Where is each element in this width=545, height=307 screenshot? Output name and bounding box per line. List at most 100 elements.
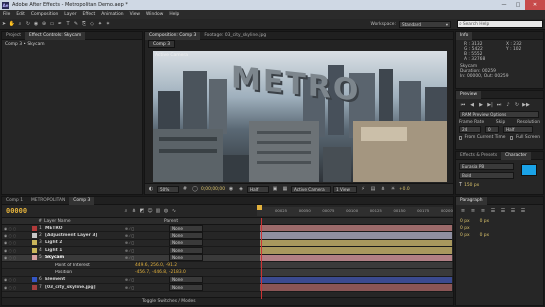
layer-duration-bar[interactable]: [260, 254, 452, 261]
frame-blend-icon[interactable]: ▥: [154, 208, 162, 215]
region-of-interest-icon[interactable]: ▣: [271, 186, 279, 193]
layer-switches[interactable]: ⊕ ⁄ ◻: [125, 285, 169, 290]
grid-icon[interactable]: #: [181, 186, 189, 193]
layer-row[interactable]: ◉ ◌ ◌ 7 [03_city_skyline.jpg] ⊕ ⁄ ◻ None: [2, 283, 453, 292]
frame-rate-select[interactable]: 24: [459, 126, 481, 133]
label-color-chip[interactable]: [32, 255, 37, 261]
color-channel-icon[interactable]: ◈: [237, 186, 245, 193]
property-row[interactable]: Point of Interest 449.6, 256.0, -91.2: [2, 261, 453, 270]
tab-metropolitan[interactable]: METROPOLITAN: [27, 197, 69, 205]
indent-left[interactable]: 0 px: [460, 219, 470, 224]
zoom-tool-icon[interactable]: ⌕: [16, 21, 24, 28]
property-name[interactable]: Position: [45, 270, 125, 275]
toggle-switches-modes[interactable]: Toggle Switches / Modes: [142, 299, 196, 304]
puppet-tool-icon[interactable]: ✶: [104, 21, 112, 28]
tab-character[interactable]: Character: [501, 151, 531, 160]
parent-select[interactable]: None: [169, 232, 203, 240]
snapshot-icon[interactable]: ◉: [227, 186, 235, 193]
property-row[interactable]: Position -456.7, -446.8, -2183.0: [2, 269, 453, 277]
layer-name[interactable]: Light 2: [45, 240, 125, 245]
tab-project[interactable]: Project: [2, 32, 25, 40]
av-switches[interactable]: ◉ ◌ ◌: [2, 255, 32, 260]
always-preview-icon[interactable]: ◐: [147, 186, 155, 193]
layer-row[interactable]: ◉ ◌ ◌ 3 Light 2 ⊕ ⁄ ◻ None: [2, 239, 453, 248]
resolution-select[interactable]: Half: [247, 185, 269, 193]
graph-editor-icon[interactable]: ∿: [170, 208, 178, 215]
menu-animation[interactable]: Animation: [98, 12, 126, 17]
tab-comp-3[interactable]: Comp 3: [69, 196, 95, 205]
eraser-tool-icon[interactable]: ◇: [88, 21, 96, 28]
mute-icon[interactable]: ♪: [504, 102, 512, 109]
comp-flowchart-icon[interactable]: ⋔: [130, 208, 138, 215]
parent-select[interactable]: None: [169, 239, 203, 247]
av-switches[interactable]: ◉ ◌ ◌: [2, 240, 32, 245]
tab-footage[interactable]: Footage: 03_city_skyline.jpg: [200, 32, 270, 40]
full-screen-checkbox[interactable]: [510, 135, 513, 140]
font-size-value[interactable]: 150 px: [464, 183, 479, 188]
timeline-icon[interactable]: ▤: [369, 186, 377, 193]
label-color-chip[interactable]: [32, 247, 37, 253]
menu-file[interactable]: File: [0, 12, 13, 17]
layer-name[interactable]: [Adjustment Layer 3]: [45, 233, 125, 238]
tab-composition[interactable]: Composition: Comp 3: [145, 31, 201, 40]
close-button[interactable]: ✕: [525, 0, 545, 10]
hand-tool-icon[interactable]: ✋: [8, 21, 16, 28]
text-tool-icon[interactable]: T: [64, 21, 72, 28]
tab-info[interactable]: Info: [456, 31, 473, 40]
search-layers-icon[interactable]: ⌕: [122, 208, 130, 215]
composition-viewer[interactable]: Active Camera METRO: [153, 51, 447, 182]
layer-duration-bar[interactable]: [260, 239, 452, 247]
layer-duration-bar[interactable]: [260, 276, 452, 284]
ram-preview-options-select[interactable]: RAM Preview Options: [459, 111, 539, 118]
layer-switches[interactable]: ⊕ ⁄ ◻: [125, 240, 169, 245]
layer-row[interactable]: ◉ ◌ ◌ 2 [Adjustment Layer 3] ⊕ ⁄ ◻ None: [2, 232, 453, 240]
shy-icon[interactable]: ☺: [146, 208, 154, 215]
av-switches[interactable]: ◉ ◌ ◌: [2, 233, 32, 238]
motion-blur-icon[interactable]: ◍: [162, 208, 170, 215]
clone-tool-icon[interactable]: ⎘: [80, 21, 88, 28]
loop-icon[interactable]: ↻: [513, 102, 521, 109]
parent-select[interactable]: None: [169, 254, 203, 262]
layer-switches[interactable]: ⊕ ⁄ ◻: [125, 226, 169, 231]
fill-color-swatch[interactable]: [521, 164, 537, 176]
property-name[interactable]: Point of Interest: [45, 263, 125, 268]
layer-row[interactable]: ◉ ◌ ◌ 6 Element ⊕ ⁄ ◻ None: [2, 276, 453, 285]
maximize-button[interactable]: □: [511, 2, 525, 8]
roto-brush-tool-icon[interactable]: ✦: [96, 21, 104, 28]
rotate-tool-icon[interactable]: ↻: [24, 21, 32, 28]
next-frame-icon[interactable]: ▶|: [486, 102, 494, 109]
preview-resolution-select[interactable]: Half: [503, 126, 533, 133]
av-switches[interactable]: ◉ ◌ ◌: [2, 226, 32, 231]
menu-edit[interactable]: Edit: [13, 12, 28, 17]
av-switches[interactable]: ◉ ◌ ◌: [2, 277, 32, 282]
label-color-chip[interactable]: [32, 240, 37, 246]
zoom-select[interactable]: 50%: [157, 185, 179, 193]
indent-right[interactable]: 0 px: [480, 219, 490, 224]
indent-first-line[interactable]: 0 px: [460, 226, 470, 231]
layer-name[interactable]: [03_city_skyline.jpg]: [45, 285, 125, 290]
selection-tool-icon[interactable]: ➤: [0, 21, 8, 28]
exposure-icon[interactable]: ☀: [389, 186, 397, 193]
menu-layer[interactable]: Layer: [61, 12, 79, 17]
label-color-chip[interactable]: [32, 263, 37, 268]
layer-switches[interactable]: ⊕ ⁄ ◻: [125, 255, 169, 260]
keyframe-track[interactable]: [260, 261, 452, 269]
menu-window[interactable]: Window: [143, 12, 166, 17]
layer-switches[interactable]: ⊕ ⁄ ◻: [125, 248, 169, 253]
composition-subtab[interactable]: Comp 3: [148, 40, 176, 48]
av-switches[interactable]: ◉ ◌ ◌: [2, 285, 32, 290]
tab-comp-1[interactable]: Comp 1: [2, 197, 27, 205]
property-value[interactable]: 449.6, 256.0, -91.2: [125, 263, 245, 268]
tab-preview[interactable]: Preview: [456, 90, 482, 99]
first-frame-icon[interactable]: ⏮: [459, 102, 467, 109]
rectangle-tool-icon[interactable]: ▭: [48, 21, 56, 28]
draft-3d-icon[interactable]: ◩: [138, 208, 146, 215]
layer-duration-bar[interactable]: [260, 232, 452, 239]
layer-name[interactable]: Element: [45, 277, 125, 282]
tab-effect-controls[interactable]: Effect Controls: Skycam: [25, 31, 86, 40]
keyframe-track[interactable]: [260, 269, 452, 276]
exposure-value[interactable]: +0.0: [399, 187, 410, 192]
font-style-select[interactable]: Bold: [459, 172, 514, 179]
search-help-field[interactable]: ⌕ Search Help: [457, 20, 543, 28]
workspace-select[interactable]: Standard ▾: [399, 20, 451, 28]
